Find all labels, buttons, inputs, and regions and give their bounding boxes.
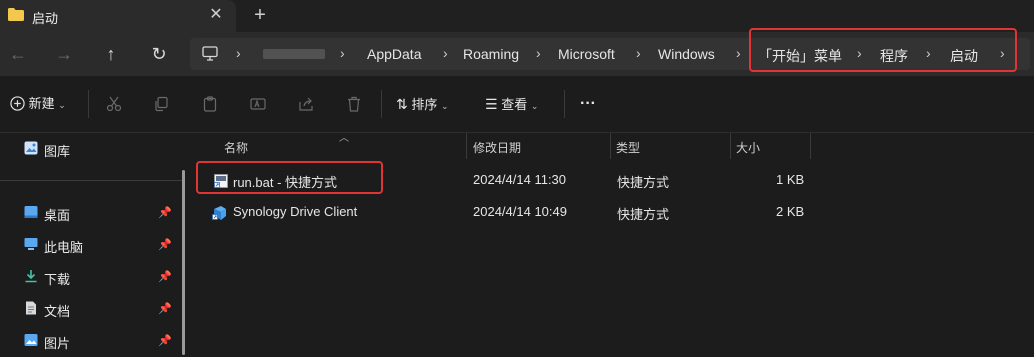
document-icon [26,301,36,315]
gallery-icon [24,141,38,155]
toolbar-divider [564,90,565,118]
file-modified: 2024/4/14 11:30 [473,172,567,187]
sort-icon: ⇅ [396,96,408,112]
share-icon[interactable] [298,96,314,112]
address-highlight-box [749,28,1017,72]
sidebar-item-pictures[interactable]: 图片 📌 [0,325,184,357]
column-header-size[interactable]: 大小 [736,139,760,165]
pin-icon[interactable]: 📌 [158,334,172,347]
file-type: 快捷方式 [617,207,670,222]
delete-icon[interactable] [346,96,362,112]
sidebar-item-label: 图库 [44,144,71,159]
refresh-icon[interactable]: ↻ [147,42,171,66]
file-name[interactable]: Synology Drive Client [233,204,357,219]
column-header-modified[interactable]: 修改日期 [473,139,521,165]
sidebar-item-label: 下载 [44,272,71,287]
view-icon: ☰ [485,96,498,112]
chevron-down-icon: ⌄ [58,100,66,110]
pictures-icon [24,334,38,346]
breadcrumb-chevron-icon[interactable]: › [340,45,345,61]
monitor-icon [202,46,218,61]
breadcrumb-appdata[interactable]: AppData [367,46,421,62]
breadcrumb-user-redacted[interactable] [263,49,325,59]
sort-indicator-icon: ︿ [339,133,349,144]
desktop-icon [24,206,38,218]
table-row[interactable]: Synology Drive Client 2024/4/14 10:49 快捷… [190,197,1034,227]
pin-icon[interactable]: 📌 [158,270,172,283]
column-divider[interactable] [610,133,611,159]
breadcrumb-chevron-icon[interactable]: › [443,45,448,61]
rename-icon[interactable] [250,96,266,112]
sidebar-item-desktop[interactable]: 桌面 📌 [0,197,184,229]
sidebar-item-this-pc[interactable]: 此电脑 📌 [0,229,184,261]
pin-icon[interactable]: 📌 [158,238,172,251]
file-size: 1 KB [776,172,805,187]
more-options-button[interactable]: ··· [580,94,596,114]
back-icon[interactable]: ← [6,42,30,66]
sidebar-item-downloads[interactable]: 下载 📌 [0,261,184,293]
toolbar-divider [88,90,89,118]
tab-startup[interactable]: 启动 ✕ [0,0,236,32]
file-modified: 2024/4/14 10:49 [473,204,567,219]
add-circle-icon [10,96,25,111]
sidebar-item-label: 桌面 [44,208,71,223]
sidebar-scrollbar[interactable] [182,170,185,355]
new-tab-button[interactable]: + [248,4,272,28]
navigation-pane: 图库 桌面 📌 此电脑 📌 下载 📌 文档 📌 图片 📌 [0,133,184,355]
close-tab-icon[interactable]: ✕ [206,5,226,25]
new-button-label: 新建 [28,96,55,111]
column-divider[interactable] [466,133,467,159]
column-divider[interactable] [730,133,731,159]
sort-button[interactable]: ⇅ 排序 ⌄ [396,94,449,114]
cut-icon[interactable] [106,96,122,112]
file-size: 2 KB [776,204,805,219]
sidebar-item-label: 此电脑 [44,240,84,255]
sidebar-item-gallery[interactable]: 图库 [0,133,184,165]
forward-icon[interactable]: → [52,42,76,66]
computer-icon [24,238,38,250]
download-icon [25,270,37,283]
view-button[interactable]: ☰ 查看 ⌄ [485,94,538,114]
sort-button-label: 排序 [411,97,438,112]
paste-icon[interactable] [202,96,218,112]
breadcrumb-chevron-icon[interactable]: › [636,45,641,61]
file-highlight-box [196,161,383,194]
sidebar-item-label: 图片 [44,336,71,351]
sidebar-divider [0,180,184,181]
new-button[interactable]: 新建 ⌄ [10,94,66,114]
column-divider[interactable] [810,133,811,159]
sidebar-item-label: 文档 [44,304,71,319]
chevron-down-icon: ⌄ [530,101,539,111]
breadcrumb-roaming[interactable]: Roaming [463,46,519,62]
breadcrumb-chevron-icon[interactable]: › [236,45,241,61]
copy-icon[interactable] [153,96,169,112]
view-button-label: 查看 [501,97,528,112]
command-bar: 新建 ⌄ ⇅ 排序 ⌄ ☰ 查看 ⌄ ··· [0,76,1034,133]
folder-icon [8,8,24,21]
column-header-type[interactable]: 类型 [616,139,640,165]
tab-title: 启动 [32,11,59,26]
pin-icon[interactable]: 📌 [158,206,172,219]
sidebar-item-documents[interactable]: 文档 📌 [0,293,184,325]
pin-icon[interactable]: 📌 [158,302,172,315]
breadcrumb-windows[interactable]: Windows [658,46,715,62]
breadcrumb-microsoft[interactable]: Microsoft [558,46,615,62]
chevron-down-icon: ⌄ [441,101,449,111]
file-type: 快捷方式 [617,175,670,190]
synology-drive-icon [212,206,226,220]
breadcrumb-chevron-icon[interactable]: › [536,45,541,61]
breadcrumb-chevron-icon[interactable]: › [736,45,741,61]
up-icon[interactable]: ↑ [99,42,123,66]
toolbar-divider [381,90,382,118]
